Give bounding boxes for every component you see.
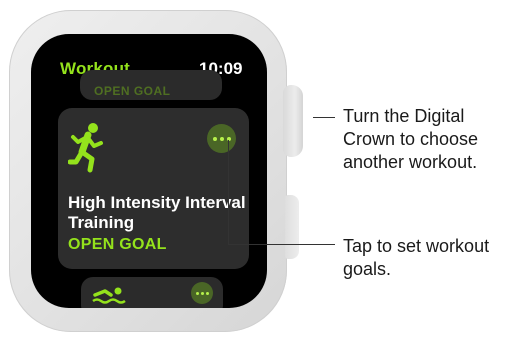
watch-screen: Workout 10:09 OPEN GOAL High Intensity I… [31,34,267,308]
workout-goal-label: OPEN GOAL [94,84,171,98]
swimming-figure-icon [92,287,126,304]
workout-card-swim[interactable] [81,277,223,308]
more-options-button[interactable] [191,282,213,304]
callout-crown-text: Turn the Digital Crown to choose another… [343,106,479,172]
workout-name: High Intensity Interval Training [68,193,246,232]
digital-crown[interactable] [283,85,303,157]
running-figure-icon [68,123,103,173]
callout-goals-text: Tap to set workout goals. [343,236,490,279]
ellipsis-icon [195,291,199,295]
more-options-button[interactable] [207,124,236,153]
callout-leader-crown [313,117,335,118]
ellipsis-icon [212,136,217,141]
workout-card-previous[interactable]: OPEN GOAL [80,70,222,100]
workout-card-hiit[interactable]: High Intensity Interval Training OPEN GO… [58,108,249,269]
workout-goal-label: OPEN GOAL [68,236,167,253]
callout-leader-goals [228,244,335,245]
callout-leader-goals [228,140,229,245]
side-button[interactable] [285,195,299,259]
